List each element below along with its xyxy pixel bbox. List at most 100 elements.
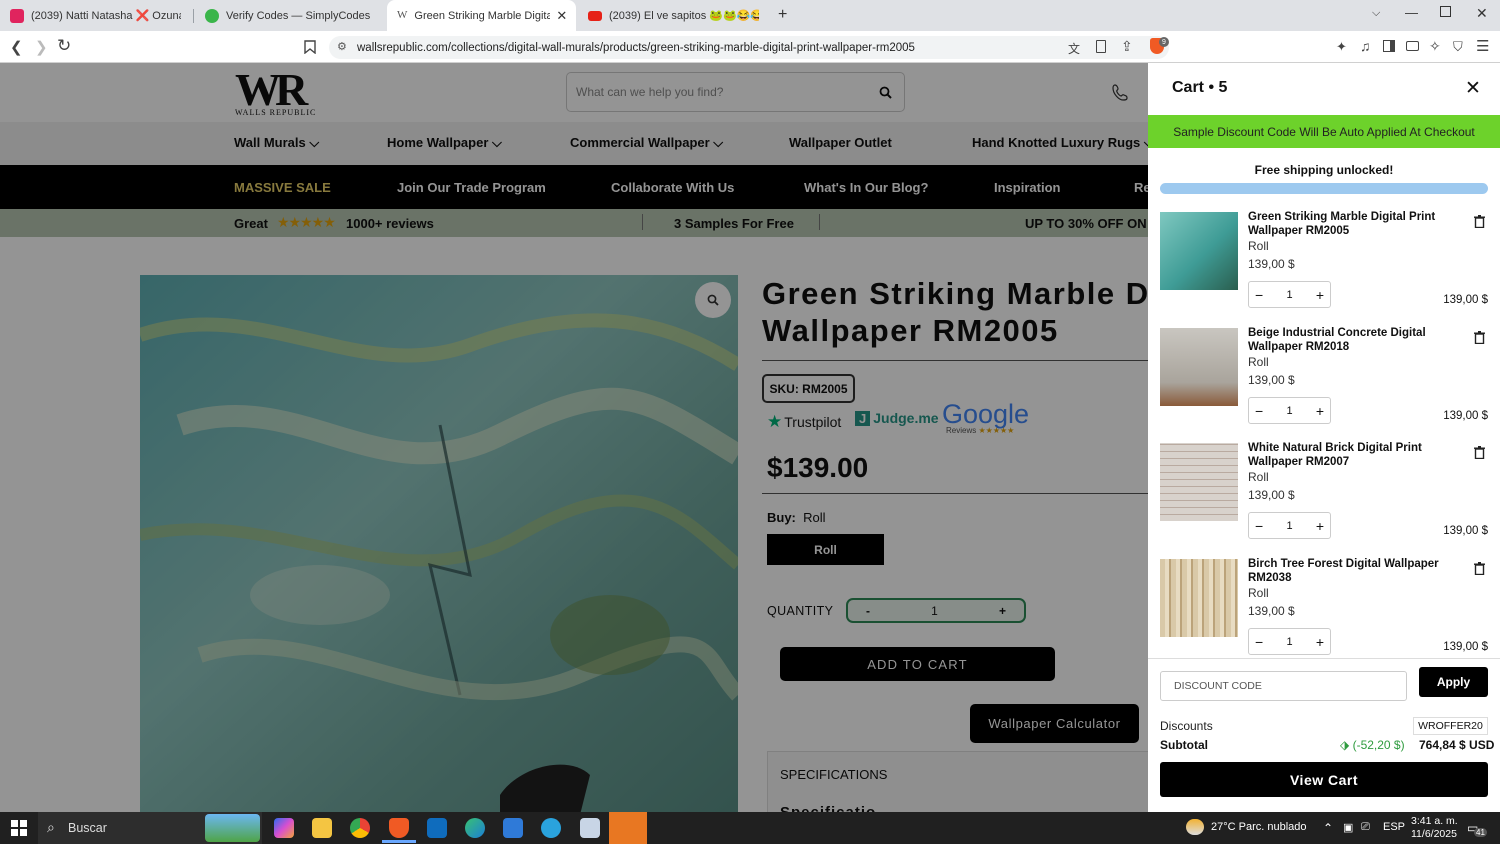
vpn-icon[interactable]: ⛉ [1453, 39, 1463, 55]
browser-tab[interactable]: Verify Codes — SimplyCodes [195, 0, 385, 31]
sidebar-icon[interactable] [1383, 40, 1395, 52]
cart-item-name[interactable]: Beige Industrial Concrete Digital Wallpa… [1248, 326, 1448, 354]
tray-expand-icon[interactable]: ⌃ [1323, 821, 1333, 835]
chrome-icon[interactable] [350, 818, 370, 838]
minus-icon[interactable]: − [1255, 403, 1263, 419]
wallet-icon[interactable] [1406, 41, 1419, 51]
trash-icon[interactable] [1474, 446, 1485, 459]
leo-ai-icon[interactable]: ✧ [1429, 38, 1441, 55]
trash-icon[interactable] [1474, 562, 1485, 575]
discount-code-tag[interactable]: WROFFER20 [1413, 717, 1488, 735]
site-info-icon[interactable]: ⚙ [337, 40, 347, 53]
promo-banner: Sample Discount Code Will Be Auto Applie… [1148, 115, 1500, 148]
cart-item-qty[interactable]: 1 [1286, 520, 1292, 532]
cart-item-total: 139,00 $ [1443, 410, 1488, 422]
cart-item-quantity-stepper[interactable]: − 1 + [1248, 512, 1331, 539]
tray-app-icon[interactable]: ▣ [1343, 821, 1353, 834]
bookmark-icon[interactable] [304, 40, 316, 54]
reader-mode-icon[interactable] [1096, 40, 1106, 53]
minimize-icon[interactable]: — [1405, 5, 1418, 20]
tag-icon: ⬗ [1340, 738, 1350, 752]
reload-icon[interactable]: ↻ [57, 36, 71, 56]
media-icon[interactable]: ♫ [1360, 38, 1371, 54]
cart-item-price: 139,00 $ [1248, 373, 1295, 387]
page-dim-overlay[interactable] [0, 63, 1148, 812]
view-cart-button[interactable]: View Cart [1160, 762, 1488, 797]
cart-item-qty[interactable]: 1 [1286, 289, 1292, 301]
cart-item-thumbnail[interactable] [1160, 328, 1238, 406]
shield-count-badge: 9 [1159, 37, 1169, 47]
menu-icon[interactable]: ☰ [1476, 37, 1489, 55]
file-explorer-icon[interactable] [312, 818, 332, 838]
address-bar[interactable]: ⚙ wallsrepublic.com/collections/digital-… [329, 36, 1169, 59]
apply-discount-button[interactable]: Apply [1419, 667, 1488, 697]
cart-item-price: 139,00 $ [1248, 604, 1295, 618]
trash-icon[interactable] [1474, 331, 1485, 344]
browser-tab-active[interactable]: W Green Striking Marble Digital Pri ✕ [387, 0, 576, 31]
brave-icon[interactable] [389, 818, 409, 838]
cart-item-qty[interactable]: 1 [1286, 405, 1292, 417]
close-tab-icon[interactable]: ✕ [556, 8, 567, 24]
translate-icon[interactable]: 文 [1068, 40, 1080, 57]
cart-item-thumbnail[interactable] [1160, 443, 1238, 521]
outlook-icon[interactable] [427, 818, 447, 838]
cart-title: Cart • 5 [1172, 79, 1228, 96]
cart-item-quantity-stepper[interactable]: − 1 + [1248, 628, 1331, 655]
cart-item-name[interactable]: Green Striking Marble Digital Print Wall… [1248, 210, 1448, 238]
cart-item-name[interactable]: Birch Tree Forest Digital Wallpaper RM20… [1248, 557, 1448, 585]
discount-amount: ⬗ (-52,20 $) [1340, 738, 1405, 752]
language-indicator[interactable]: ESP [1383, 821, 1405, 833]
new-tab-icon[interactable]: + [778, 6, 787, 24]
telegram-icon[interactable] [541, 818, 561, 838]
windows-start-icon[interactable] [11, 820, 27, 836]
shipping-progress-bar [1160, 183, 1488, 194]
cart-item-total: 139,00 $ [1443, 525, 1488, 537]
app-icon-active[interactable] [609, 812, 647, 844]
cart-item: White Natural Brick Digital Print Wallpa… [1148, 441, 1500, 559]
discounts-label: Discounts [1160, 719, 1213, 733]
cart-item-quantity-stepper[interactable]: − 1 + [1248, 281, 1331, 308]
weather-text[interactable]: 27°C Parc. nublado [1211, 821, 1307, 833]
divider [1148, 658, 1500, 659]
plus-icon[interactable]: + [1316, 403, 1324, 419]
forward-icon[interactable]: ❯ [35, 38, 48, 56]
weather-icon[interactable] [1186, 819, 1204, 835]
cart-item-quantity-stepper[interactable]: − 1 + [1248, 397, 1331, 424]
subtotal-label: Subtotal [1160, 738, 1208, 752]
minus-icon[interactable]: − [1255, 634, 1263, 650]
close-cart-icon[interactable]: ✕ [1465, 77, 1481, 100]
close-window-icon[interactable]: ✕ [1476, 5, 1488, 22]
maximize-icon[interactable] [1440, 6, 1451, 17]
plus-icon[interactable]: + [1316, 634, 1324, 650]
copilot-icon[interactable] [274, 818, 294, 838]
share-icon[interactable]: ⇪ [1121, 38, 1133, 55]
plus-icon[interactable]: + [1316, 518, 1324, 534]
search-highlight-icon[interactable] [205, 814, 260, 842]
extensions-icon[interactable]: ✦ [1336, 39, 1347, 55]
tab-list-icon[interactable]: ⌵ [1372, 7, 1380, 20]
subtotal-value: 764,84 $ USD [1419, 738, 1495, 752]
network-icon[interactable]: ⎚ [1361, 821, 1370, 834]
edge-icon[interactable] [465, 818, 485, 838]
cart-item-thumbnail[interactable] [1160, 559, 1238, 637]
cart-item-variant: Roll [1248, 470, 1269, 484]
clock[interactable]: 3:41 a. m. 11/6/2025 [1411, 815, 1458, 841]
plus-icon[interactable]: + [1316, 287, 1324, 303]
discount-code-input[interactable]: DISCOUNT CODE [1160, 671, 1407, 701]
browser-tab[interactable]: (2039) Natti Natasha ❌ Ozuna - Crin [0, 0, 190, 31]
youtube-icon [10, 8, 24, 23]
minus-icon[interactable]: − [1255, 287, 1263, 303]
cart-item-total: 139,00 $ [1443, 294, 1488, 306]
browser-tab[interactable]: (2039) El ve sapitos 🐸🐸😂😂 - Yo [578, 0, 768, 31]
back-icon[interactable]: ❮ [10, 38, 23, 56]
cart-item-price: 139,00 $ [1248, 257, 1295, 271]
cart-item-qty[interactable]: 1 [1286, 636, 1292, 648]
active-app-indicator [382, 840, 416, 843]
minus-icon[interactable]: − [1255, 518, 1263, 534]
cart-item-thumbnail[interactable] [1160, 212, 1238, 290]
trash-icon[interactable] [1474, 215, 1485, 228]
simplycodes-icon [205, 8, 219, 23]
notepad-icon[interactable] [580, 818, 600, 838]
cart-item-name[interactable]: White Natural Brick Digital Print Wallpa… [1248, 441, 1448, 469]
store-icon[interactable] [503, 818, 523, 838]
